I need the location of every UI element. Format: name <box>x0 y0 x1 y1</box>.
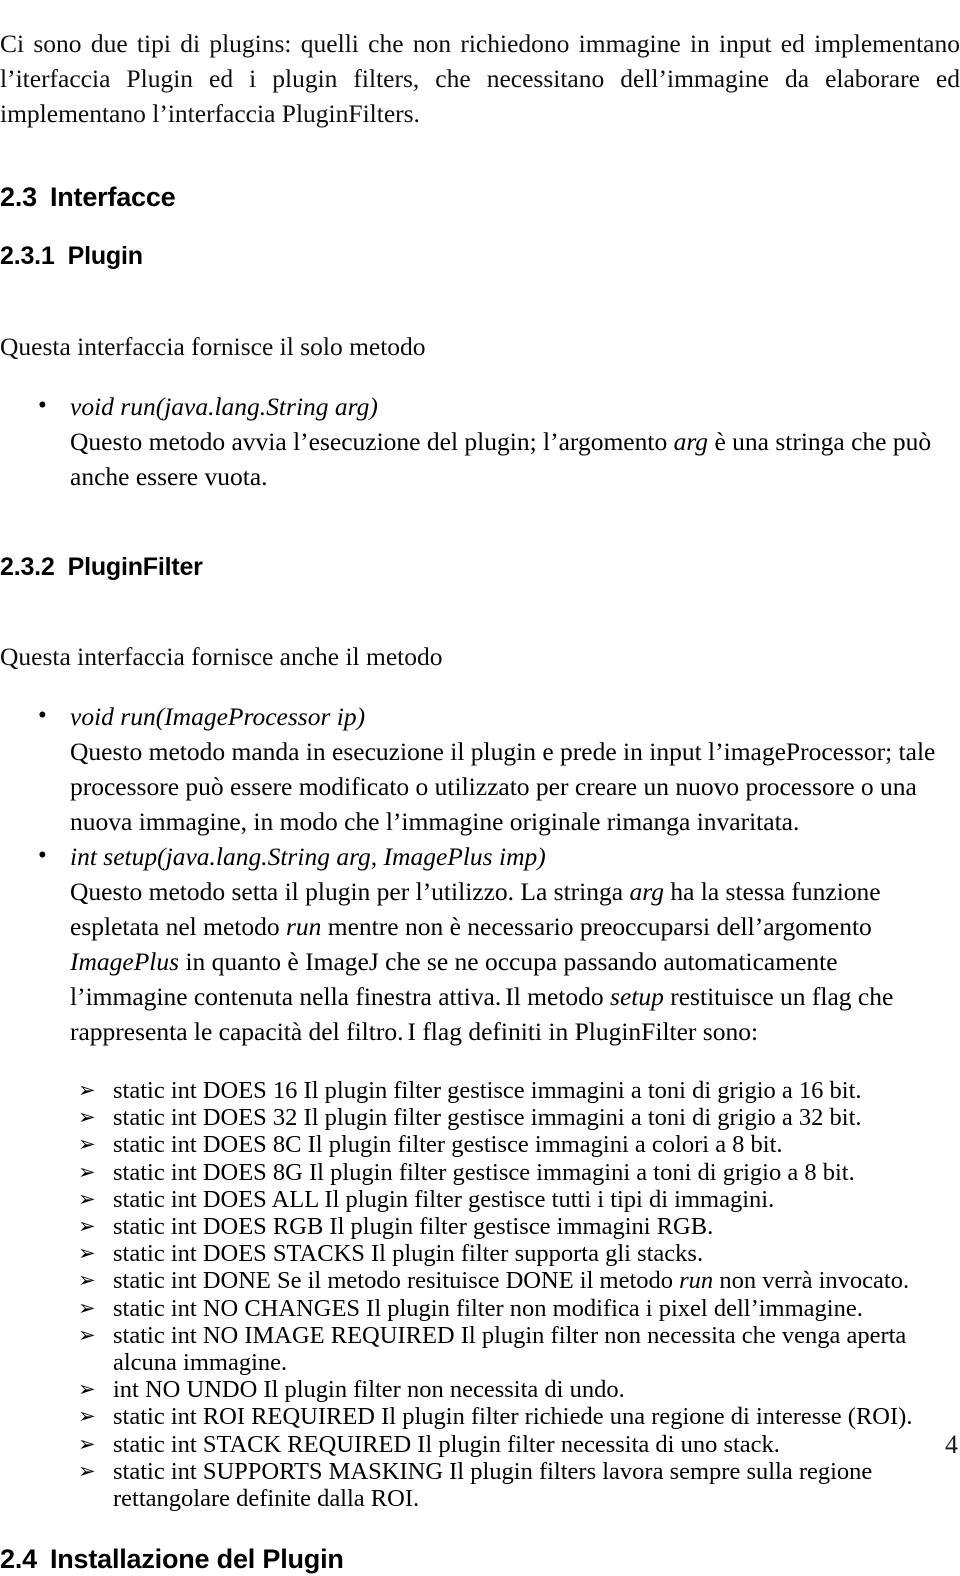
heading-2-3-2: 2.3.2 PluginFilter <box>0 551 960 583</box>
list-item: static int NO IMAGE REQUIRED Il plugin f… <box>0 1322 960 1376</box>
list-item: static int DOES RGB Il plugin filter ges… <box>0 1213 960 1240</box>
page-number: 4 <box>945 1429 958 1459</box>
method-signature: int setup(java.lang.String arg, ImagePlu… <box>70 842 546 871</box>
pluginfilter-method-list: void run(ImageProcessor ip) Questo metod… <box>0 698 960 1049</box>
list-item: int setup(java.lang.String arg, ImagePlu… <box>0 838 960 1049</box>
heading-2-3-number: 2.3 <box>0 182 37 212</box>
plugin-method-list: void run(java.lang.String arg) Questo me… <box>0 388 960 494</box>
list-item: static int DOES 8G Il plugin filter gest… <box>0 1159 960 1186</box>
list-item: static int DONE Se il metodo resituisce … <box>0 1267 960 1294</box>
heading-2-3-2-title: PluginFilter <box>67 553 203 581</box>
list-item: static int DOES 32 Il plugin filter gest… <box>0 1104 960 1131</box>
heading-2-4: 2.4 Installazione del Plugin <box>0 1542 960 1576</box>
heading-2-3-1: 2.3.1 Plugin <box>0 240 960 272</box>
method-signature: void run(ImageProcessor ip) <box>70 702 366 731</box>
list-item: static int DOES STACKS Il plugin filter … <box>0 1240 960 1267</box>
method-description: Questo metodo avvia l’esecuzione del plu… <box>70 427 932 491</box>
list-item: static int DOES 16 Il plugin filter gest… <box>0 1077 960 1104</box>
heading-2-3-title: Interfacce <box>49 182 176 212</box>
section-2-3-2-intro: Questa interfaccia fornisce anche il met… <box>0 641 443 671</box>
list-item: void run(ImageProcessor ip) Questo metod… <box>0 698 960 839</box>
list-item: static int SUPPORTS MASKING Il plugin fi… <box>0 1458 960 1512</box>
pluginfilter-flag-list: static int DOES 16 Il plugin filter gest… <box>0 1077 960 1512</box>
list-item: static int NO CHANGES Il plugin filter n… <box>0 1295 960 1322</box>
method-extra-line: I flag definiti in PluginFilter sono: <box>407 1017 759 1046</box>
list-item: static int DOES ALL Il plugin filter ges… <box>0 1186 960 1213</box>
heading-2-3-1-title: Plugin <box>67 242 143 270</box>
list-item: static int DOES 8C Il plugin filter gest… <box>0 1131 960 1158</box>
list-item: static int STACK REQUIRED Il plugin filt… <box>0 1431 960 1458</box>
intro-paragraph: Ci sono due tipi di plugins: quelli che … <box>0 28 960 128</box>
heading-2-3: 2.3 Interfacce <box>0 180 960 214</box>
document-page: Ci sono due tipi di plugins: quelli che … <box>0 26 960 1575</box>
list-item: static int ROI REQUIRED Il plugin filter… <box>0 1403 960 1430</box>
method-signature: void run(java.lang.String arg) <box>70 392 378 421</box>
list-item: int NO UNDO Il plugin filter non necessi… <box>0 1376 960 1403</box>
heading-2-4-title: Installazione del Plugin <box>49 1544 344 1575</box>
method-description: Questo metodo manda in esecuzione il plu… <box>70 737 936 836</box>
list-item: void run(java.lang.String arg) Questo me… <box>0 388 960 494</box>
heading-2-3-2-number: 2.3.2 <box>0 553 55 581</box>
heading-2-3-1-number: 2.3.1 <box>0 242 55 270</box>
heading-2-4-number: 2.4 <box>0 1544 37 1575</box>
section-2-3-1-intro: Questa interfaccia fornisce il solo meto… <box>0 331 426 361</box>
